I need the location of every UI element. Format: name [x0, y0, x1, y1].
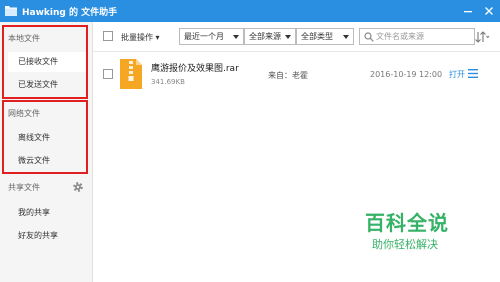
chevron-down-icon [285, 35, 291, 39]
time-filter-value: 最近一个月 [184, 32, 224, 41]
archive-file-icon [120, 59, 142, 89]
chevron-down-icon [343, 35, 349, 39]
open-file-link[interactable]: 打开 [449, 69, 465, 80]
file-row-checkbox[interactable] [103, 69, 113, 79]
sidebar-item-label: 好友的共享 [18, 231, 58, 240]
title-bar: Hawking 的 文件助手 [0, 0, 500, 22]
toolbar: 批量操作 ▾ 最近一个月 全部来源 全部类型 [93, 22, 500, 52]
sidebar: 本地文件 已接收文件 已发送文件 网络文件 离线文件 微云文件 共享文件 我的共… [0, 22, 93, 282]
file-sender: 来自：老霍 [268, 71, 308, 80]
menu-icon[interactable] [468, 69, 478, 78]
minimize-icon[interactable] [461, 4, 475, 18]
window-title: Hawking 的 文件助手 [22, 8, 118, 18]
select-all-checkbox[interactable] [103, 31, 113, 41]
close-icon[interactable] [482, 4, 496, 18]
file-size: 341.69KB [151, 78, 185, 86]
gear-icon[interactable] [72, 181, 84, 193]
file-date: 2016-10-19 12:00 [370, 70, 443, 79]
file-name[interactable]: 鹰游报价及效果图.rar [151, 61, 239, 74]
sidebar-item-my-shares[interactable]: 我的共享 [8, 203, 88, 223]
type-filter-dropdown[interactable]: 全部类型 [296, 28, 354, 45]
sidebar-heading-shared[interactable]: 共享文件 [8, 182, 40, 193]
watermark-subtitle: 助你轻松解决 [372, 238, 438, 251]
time-filter-dropdown[interactable]: 最近一个月 [179, 28, 244, 45]
sidebar-item-friends-shares[interactable]: 好友的共享 [8, 226, 88, 246]
source-filter-dropdown[interactable]: 全部来源 [244, 28, 296, 45]
sidebar-item-label: 我的共享 [18, 208, 50, 217]
source-filter-value: 全部来源 [249, 32, 281, 41]
folder-icon [5, 6, 17, 16]
batch-operation-menu[interactable]: 批量操作 ▾ [121, 32, 160, 43]
type-filter-value: 全部类型 [301, 32, 333, 41]
highlight-box-network [2, 100, 88, 174]
chevron-down-icon [233, 35, 239, 39]
search-input[interactable] [376, 30, 472, 43]
file-row[interactable]: 鹰游报价及效果图.rar 341.69KB 来自：老霍 2016-10-19 1… [93, 53, 500, 95]
watermark-title: 百科全说 [365, 211, 449, 235]
search-box[interactable] [359, 28, 475, 45]
search-icon [364, 32, 374, 42]
sort-icon[interactable] [474, 30, 490, 44]
highlight-box-local [2, 25, 88, 99]
